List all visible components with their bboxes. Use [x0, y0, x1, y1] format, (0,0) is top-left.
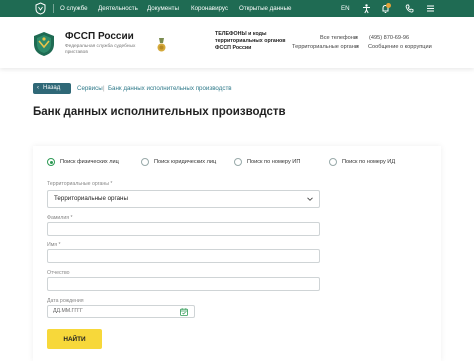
radio-button[interactable] [141, 158, 149, 166]
surname-label: Фамилия * [47, 215, 73, 221]
territorial-label: Территориальные органы * [47, 181, 113, 187]
name-field[interactable] [47, 249, 320, 263]
radio-button[interactable] [234, 158, 242, 166]
territorial-select-value: Территориальные органы [54, 195, 128, 202]
nav-coronavirus[interactable]: Коронавирус [191, 5, 228, 12]
back-label: Назад [43, 85, 61, 91]
language-switch[interactable]: EN [341, 5, 350, 12]
search-type-individuals[interactable]: Поиск физических лиц [47, 157, 119, 167]
phone-icon[interactable] [404, 3, 415, 14]
radio-label: Поиск по номеру ИД [342, 159, 396, 165]
corruption-report-link[interactable]: Сообщение о коррупции [368, 44, 432, 50]
brand-subtitle: Федеральная служба судебных приставов [65, 44, 136, 55]
calendar-icon[interactable] [180, 308, 188, 316]
breadcrumb-separator: | [103, 85, 105, 92]
breadcrumb-services[interactable]: Сервисы [77, 85, 103, 92]
nav-activity[interactable]: Деятельность [98, 5, 138, 12]
patronymic-label: Отчество [47, 270, 70, 276]
territorial-link[interactable]: Территориальные органы [292, 44, 359, 50]
radio-label: Поиск по номеру ИП [247, 159, 301, 165]
all-phones-link[interactable]: Все телефоны [320, 35, 358, 41]
birthdate-field[interactable]: ДД.ММ.ГГГГ [47, 305, 195, 318]
chevron-down-icon[interactable]: ▾ [356, 44, 359, 50]
divider [53, 4, 54, 13]
accessibility-icon[interactable] [361, 3, 372, 14]
menu-icon[interactable] [425, 3, 436, 14]
breadcrumb-current[interactable]: Банк данных исполнительных производств [108, 85, 232, 92]
top-bar: О службе Деятельность Документы Коронави… [0, 0, 474, 17]
hotline-phone[interactable]: (495) 870-69-96 [369, 35, 409, 41]
search-type-ip-number[interactable]: Поиск по номеру ИП [234, 157, 300, 167]
radio-button[interactable] [329, 158, 337, 166]
back-button[interactable]: ‹ Назад [33, 83, 71, 94]
nav-about[interactable]: О службе [60, 5, 88, 12]
search-type-legal-entities[interactable]: Поиск юридических лиц [141, 157, 216, 167]
radio-button[interactable] [47, 158, 55, 166]
nav-documents[interactable]: Документы [147, 5, 179, 12]
page-title: Банк данных исполнительных производств [33, 106, 286, 118]
search-type-id-number[interactable]: Поиск по номеру ИД [329, 157, 395, 167]
birthdate-placeholder: ДД.ММ.ГГГГ [53, 308, 83, 314]
birthdate-label: Дата рождения [47, 298, 84, 304]
surname-field[interactable] [47, 222, 320, 236]
chevron-down-icon [307, 197, 313, 201]
radio-label: Поиск физических лиц [60, 159, 119, 165]
fssp-emblem-icon[interactable] [30, 30, 58, 58]
medal-icon [157, 38, 166, 52]
notification-badge [386, 3, 391, 8]
brand-title[interactable]: ФССП России [65, 31, 134, 42]
patronymic-field[interactable] [47, 277, 320, 291]
site-header: ФССП России Федеральная служба судебных … [0, 17, 474, 68]
nav-open-data[interactable]: Открытые данные [239, 5, 291, 12]
territorial-select[interactable]: Территориальные органы [47, 190, 320, 208]
phones-heading[interactable]: ТЕЛЕФОНЫ и коды территориальных органов … [215, 31, 293, 52]
search-button[interactable]: НАЙТИ [47, 329, 102, 349]
chevron-down-icon[interactable]: ▾ [355, 35, 358, 41]
fssp-logo-icon[interactable] [34, 2, 47, 15]
arrow-left-icon: ‹ [37, 85, 39, 91]
radio-label: Поиск юридических лиц [154, 159, 217, 165]
name-label: Имя * [47, 242, 61, 248]
